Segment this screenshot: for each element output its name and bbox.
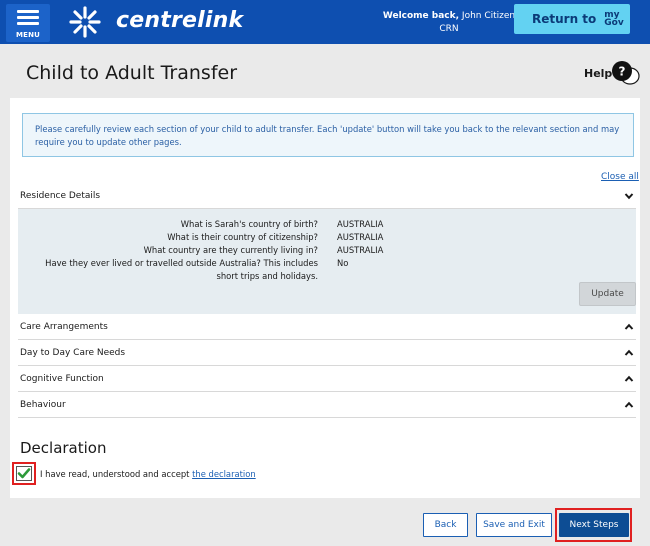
section-label: Cognitive Function [20, 374, 104, 384]
update-button[interactable]: Update [579, 282, 636, 306]
next-steps-button[interactable]: Next Steps [559, 513, 629, 537]
chevron-up-icon [624, 375, 634, 382]
section-day-to-day-care-needs[interactable]: Day to Day Care Needs [18, 341, 636, 366]
declaration-checkbox[interactable] [16, 466, 32, 481]
section-behaviour[interactable]: Behaviour [18, 393, 636, 418]
hamburger-icon [17, 10, 39, 28]
top-navigation-bar: MENU centrelink Welcome back, John Citiz… [0, 0, 650, 44]
centrelink-logo-text[interactable]: centrelink [116, 8, 243, 33]
footer-area [0, 498, 650, 546]
declaration-text: I have read, understood and accept [40, 469, 190, 479]
page-title: Child to Adult Transfer [26, 62, 238, 84]
crn-label: CRN [439, 24, 459, 34]
svg-text:?: ? [619, 65, 626, 79]
return-to-mygov-button[interactable]: Return to my Gov [514, 4, 630, 34]
mygov-line2: Gov [604, 18, 624, 28]
section-cognitive-function[interactable]: Cognitive Function [18, 367, 636, 392]
section-residence-details[interactable]: Residence Details [18, 184, 636, 209]
welcome-message: Welcome back, John Citizen CRN [380, 10, 518, 36]
declaration-link[interactable]: the declaration [192, 469, 256, 479]
back-button[interactable]: Back [423, 513, 468, 537]
chevron-down-icon [624, 193, 634, 200]
question-continued: short trips and holidays. [216, 271, 318, 281]
section-label: Day to Day Care Needs [20, 348, 126, 358]
close-all-link[interactable]: Close all [601, 172, 639, 182]
help-label[interactable]: Help [584, 67, 612, 80]
welcome-prefix: Welcome back, [382, 11, 460, 21]
centrelink-star-logo-icon [69, 6, 101, 38]
chevron-up-icon [624, 401, 634, 408]
user-name: John Citizen [461, 11, 516, 21]
answer: AUSTRALIA [337, 232, 384, 242]
section-label: Residence Details [20, 191, 101, 201]
save-and-exit-button[interactable]: Save and Exit [476, 513, 552, 537]
return-label: Return to [532, 12, 597, 26]
answer: AUSTRALIA [337, 219, 384, 229]
question: What is Sarah's country of birth? [180, 219, 318, 229]
mygov-logo-icon: my Gov [604, 11, 624, 28]
answer: No [337, 258, 349, 268]
section-label: Care Arrangements [20, 322, 108, 332]
chevron-up-icon [624, 323, 634, 330]
menu-label: MENU [15, 31, 41, 39]
menu-button[interactable]: MENU [6, 4, 50, 42]
question-bubble-icon[interactable]: ? [610, 60, 640, 88]
section-label: Behaviour [20, 400, 66, 410]
chevron-up-icon [624, 349, 634, 356]
section-care-arrangements[interactable]: Care Arrangements [18, 315, 636, 340]
question: What is their country of citizenship? [167, 232, 318, 242]
answer: AUSTRALIA [337, 245, 384, 255]
declaration-statement: I have read, understood and accept the d… [40, 469, 256, 479]
question: Have they ever lived or travelled outsid… [45, 258, 318, 268]
review-notice: Please carefully review each section of … [22, 113, 634, 157]
declaration-heading: Declaration [20, 439, 107, 457]
question: What country are they currently living i… [143, 245, 318, 255]
